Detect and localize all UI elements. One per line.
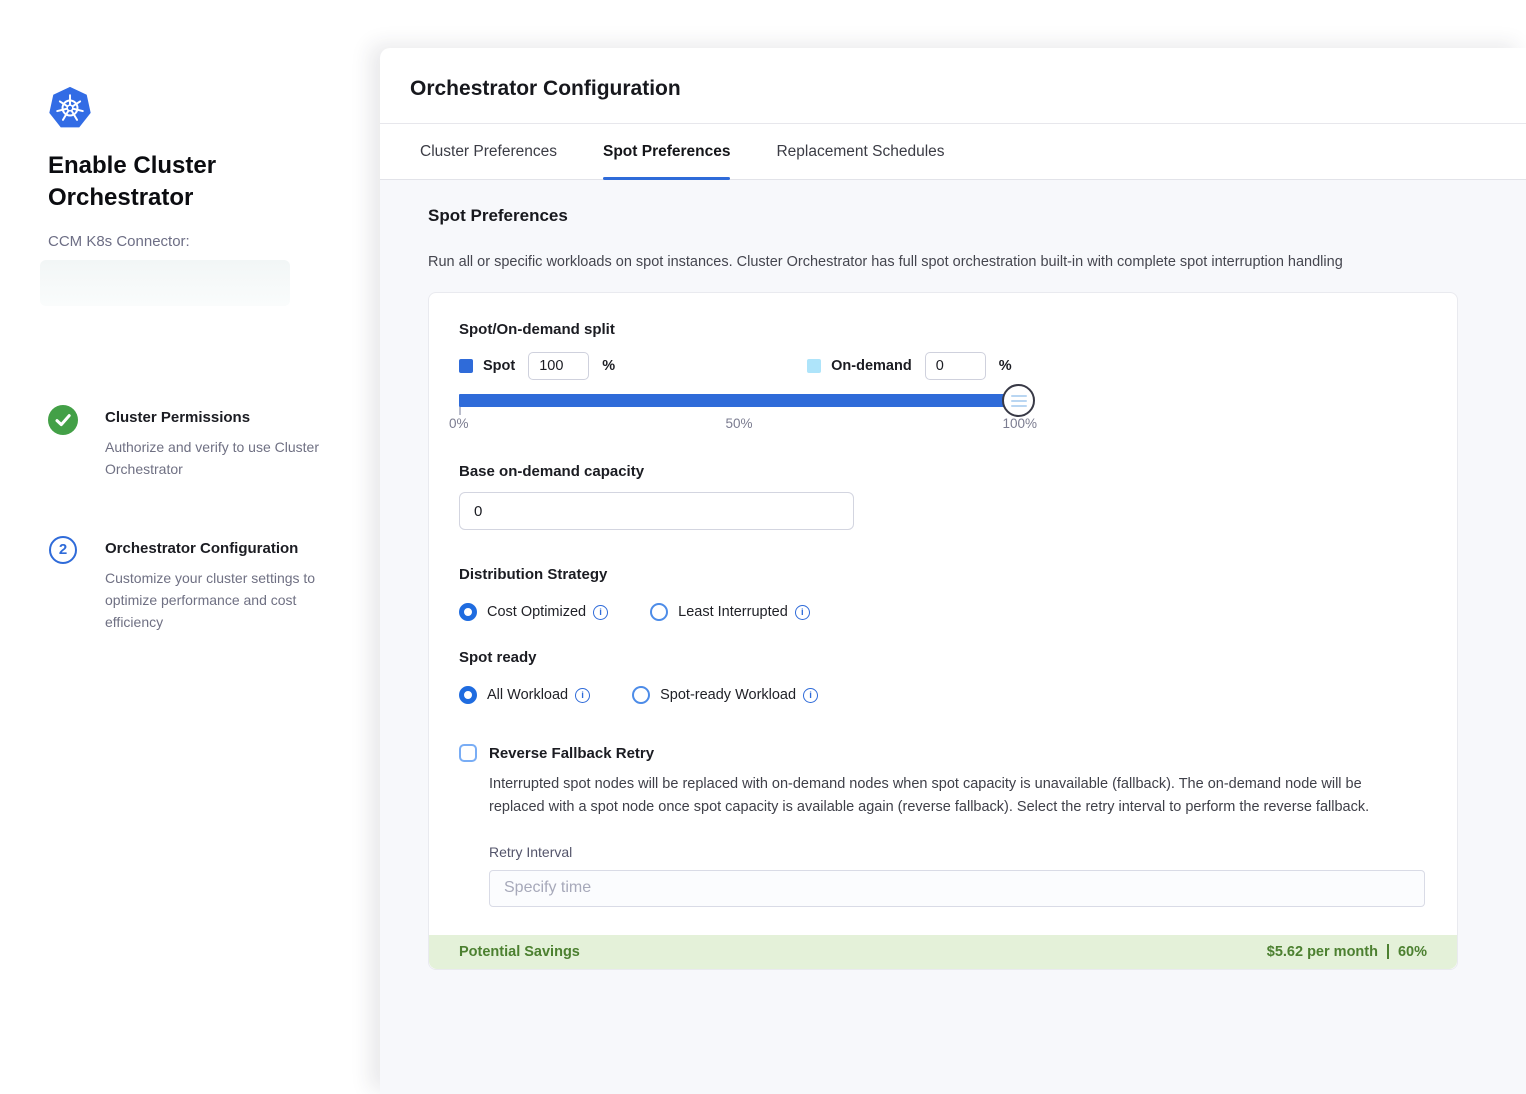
slider-track[interactable] <box>459 394 1019 407</box>
sidebar-title: Enable Cluster Orchestrator <box>48 150 283 215</box>
retry-interval-input[interactable] <box>489 870 1425 907</box>
ondemand-color-swatch-icon <box>807 359 821 373</box>
info-icon[interactable]: i <box>803 688 818 703</box>
slider-label-50: 50% <box>725 416 752 431</box>
reverse-fallback-checkbox-row[interactable]: Reverse Fallback Retry <box>459 744 1427 762</box>
reverse-fallback-label: Reverse Fallback Retry <box>489 745 654 762</box>
spot-color-swatch-icon <box>459 359 473 373</box>
info-icon[interactable]: i <box>795 605 810 620</box>
step-description: Customize your cluster settings to optim… <box>105 567 340 634</box>
potential-savings-bar: Potential Savings $5.62 per month 60% <box>429 935 1457 969</box>
spot-preferences-card: Spot/On-demand split Spot % On-demand % <box>428 292 1458 970</box>
radio-cost-optimized[interactable]: Cost Optimized i <box>459 603 608 621</box>
tab-cluster-preferences[interactable]: Cluster Preferences <box>420 124 557 179</box>
connector-value-redacted <box>40 260 290 306</box>
savings-separator <box>1387 944 1389 959</box>
step-title: Orchestrator Configuration <box>105 535 340 557</box>
savings-amount: $5.62 per month <box>1267 944 1378 960</box>
ondemand-group: On-demand % <box>807 352 1011 380</box>
radio-unselected-icon[interactable] <box>650 603 668 621</box>
potential-savings-value: $5.62 per month 60% <box>1267 944 1427 960</box>
section-title: Spot Preferences <box>428 206 1526 226</box>
check-circle-icon <box>48 405 105 435</box>
wizard-sidebar: Enable Cluster Orchestrator CCM K8s Conn… <box>0 0 380 1094</box>
tab-replacement-schedules[interactable]: Replacement Schedules <box>776 124 944 179</box>
step-title: Cluster Permissions <box>105 404 340 426</box>
reverse-fallback-section: Reverse Fallback Retry Interrupted spot … <box>459 744 1427 907</box>
radio-least-interrupted[interactable]: Least Interrupted i <box>650 603 810 621</box>
ondemand-percent-input[interactable] <box>925 352 986 380</box>
radio-spot-ready-workload[interactable]: Spot-ready Workload i <box>632 686 818 704</box>
distribution-strategy-label: Distribution Strategy <box>459 566 1427 583</box>
savings-percent: 60% <box>1398 944 1427 960</box>
retry-interval-label: Retry Interval <box>489 844 1427 860</box>
panel-header: Orchestrator Configuration <box>380 48 1526 124</box>
radio-selected-icon[interactable] <box>459 686 477 704</box>
kubernetes-icon <box>48 86 340 130</box>
orchestrator-configuration-panel: Orchestrator Configuration Cluster Prefe… <box>380 48 1526 1094</box>
connector-label: CCM K8s Connector: <box>48 233 340 250</box>
spot-split-slider: 0% 50% 100% <box>459 394 1019 433</box>
split-label: Spot/On-demand split <box>459 321 1427 338</box>
slider-handle[interactable] <box>1002 384 1035 417</box>
slider-label-100: 100% <box>1002 416 1037 431</box>
ondemand-percent-sign: % <box>999 358 1012 374</box>
step-description: Authorize and verify to use Cluster Orch… <box>105 436 340 481</box>
slider-zero-tick <box>459 407 461 415</box>
reverse-fallback-description: Interrupted spot nodes will be replaced … <box>489 773 1417 820</box>
potential-savings-label: Potential Savings <box>459 944 580 960</box>
spot-percent-input[interactable] <box>528 352 589 380</box>
base-capacity-label: Base on-demand capacity <box>459 463 1427 480</box>
spot-label: Spot <box>483 358 515 374</box>
slider-labels: 0% 50% 100% <box>459 416 1019 433</box>
spot-ready-label: Spot ready <box>459 649 1427 666</box>
tab-content-spot-preferences: Spot Preferences Run all or specific wor… <box>380 180 1526 1094</box>
step-orchestrator-configuration[interactable]: 2 Orchestrator Configuration Customize y… <box>48 535 340 634</box>
ondemand-label: On-demand <box>831 358 912 374</box>
radio-unselected-icon[interactable] <box>632 686 650 704</box>
radio-selected-icon[interactable] <box>459 603 477 621</box>
step-cluster-permissions[interactable]: Cluster Permissions Authorize and verify… <box>48 404 340 481</box>
wizard-steps: Cluster Permissions Authorize and verify… <box>48 404 340 634</box>
checkbox-unchecked-icon[interactable] <box>459 744 477 762</box>
distribution-strategy-options: Cost Optimized i Least Interrupted i <box>459 603 1427 621</box>
spot-ready-options: All Workload i Spot-ready Workload i <box>459 686 1427 704</box>
info-icon[interactable]: i <box>575 688 590 703</box>
tab-bar: Cluster Preferences Spot Preferences Rep… <box>380 124 1526 180</box>
tab-spot-preferences[interactable]: Spot Preferences <box>603 124 731 179</box>
slider-label-0: 0% <box>449 416 469 431</box>
spot-percent-sign: % <box>602 358 615 374</box>
step-number-badge: 2 <box>49 536 77 564</box>
radio-all-workload[interactable]: All Workload i <box>459 686 590 704</box>
base-capacity-input[interactable] <box>459 492 854 530</box>
split-inputs-row: Spot % On-demand % <box>459 352 1427 380</box>
section-description: Run all or specific workloads on spot in… <box>428 254 1526 270</box>
info-icon[interactable]: i <box>593 605 608 620</box>
page-title: Orchestrator Configuration <box>410 77 1496 101</box>
